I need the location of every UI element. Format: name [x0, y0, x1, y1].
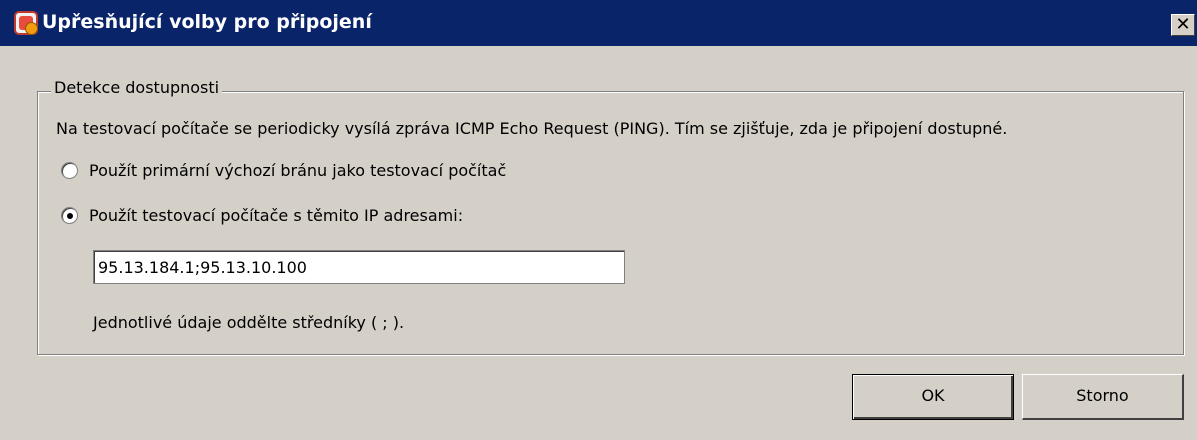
radio-label: Použít testovací počítače s těmito IP ad… — [89, 206, 464, 225]
radio-button-selected[interactable] — [61, 207, 78, 224]
close-icon: ✕ — [1175, 14, 1191, 35]
ip-addresses-input[interactable] — [93, 250, 625, 284]
group-legend: Detekce dostupnosti — [51, 78, 223, 97]
title-bar: Upřesňující volby pro připojení — [0, 0, 1197, 46]
window-title: Upřesňující volby pro připojení — [42, 11, 372, 33]
close-button[interactable]: ✕ — [1171, 14, 1195, 36]
group-description: Na testovací počítače se periodicky vysí… — [56, 119, 1008, 138]
app-settings-icon — [14, 11, 38, 35]
radio-button[interactable] — [61, 162, 78, 179]
hint-text: Jednotlivé údaje oddělte středníky ( ; )… — [93, 313, 405, 332]
dialog-window: Upřesňující volby pro připojení ✕ Detekc… — [0, 0, 1197, 440]
radio-label: Použít primární výchozí bránu jako testo… — [89, 161, 507, 180]
cancel-button[interactable]: Storno — [1022, 374, 1184, 420]
ok-button[interactable]: OK — [852, 374, 1014, 420]
